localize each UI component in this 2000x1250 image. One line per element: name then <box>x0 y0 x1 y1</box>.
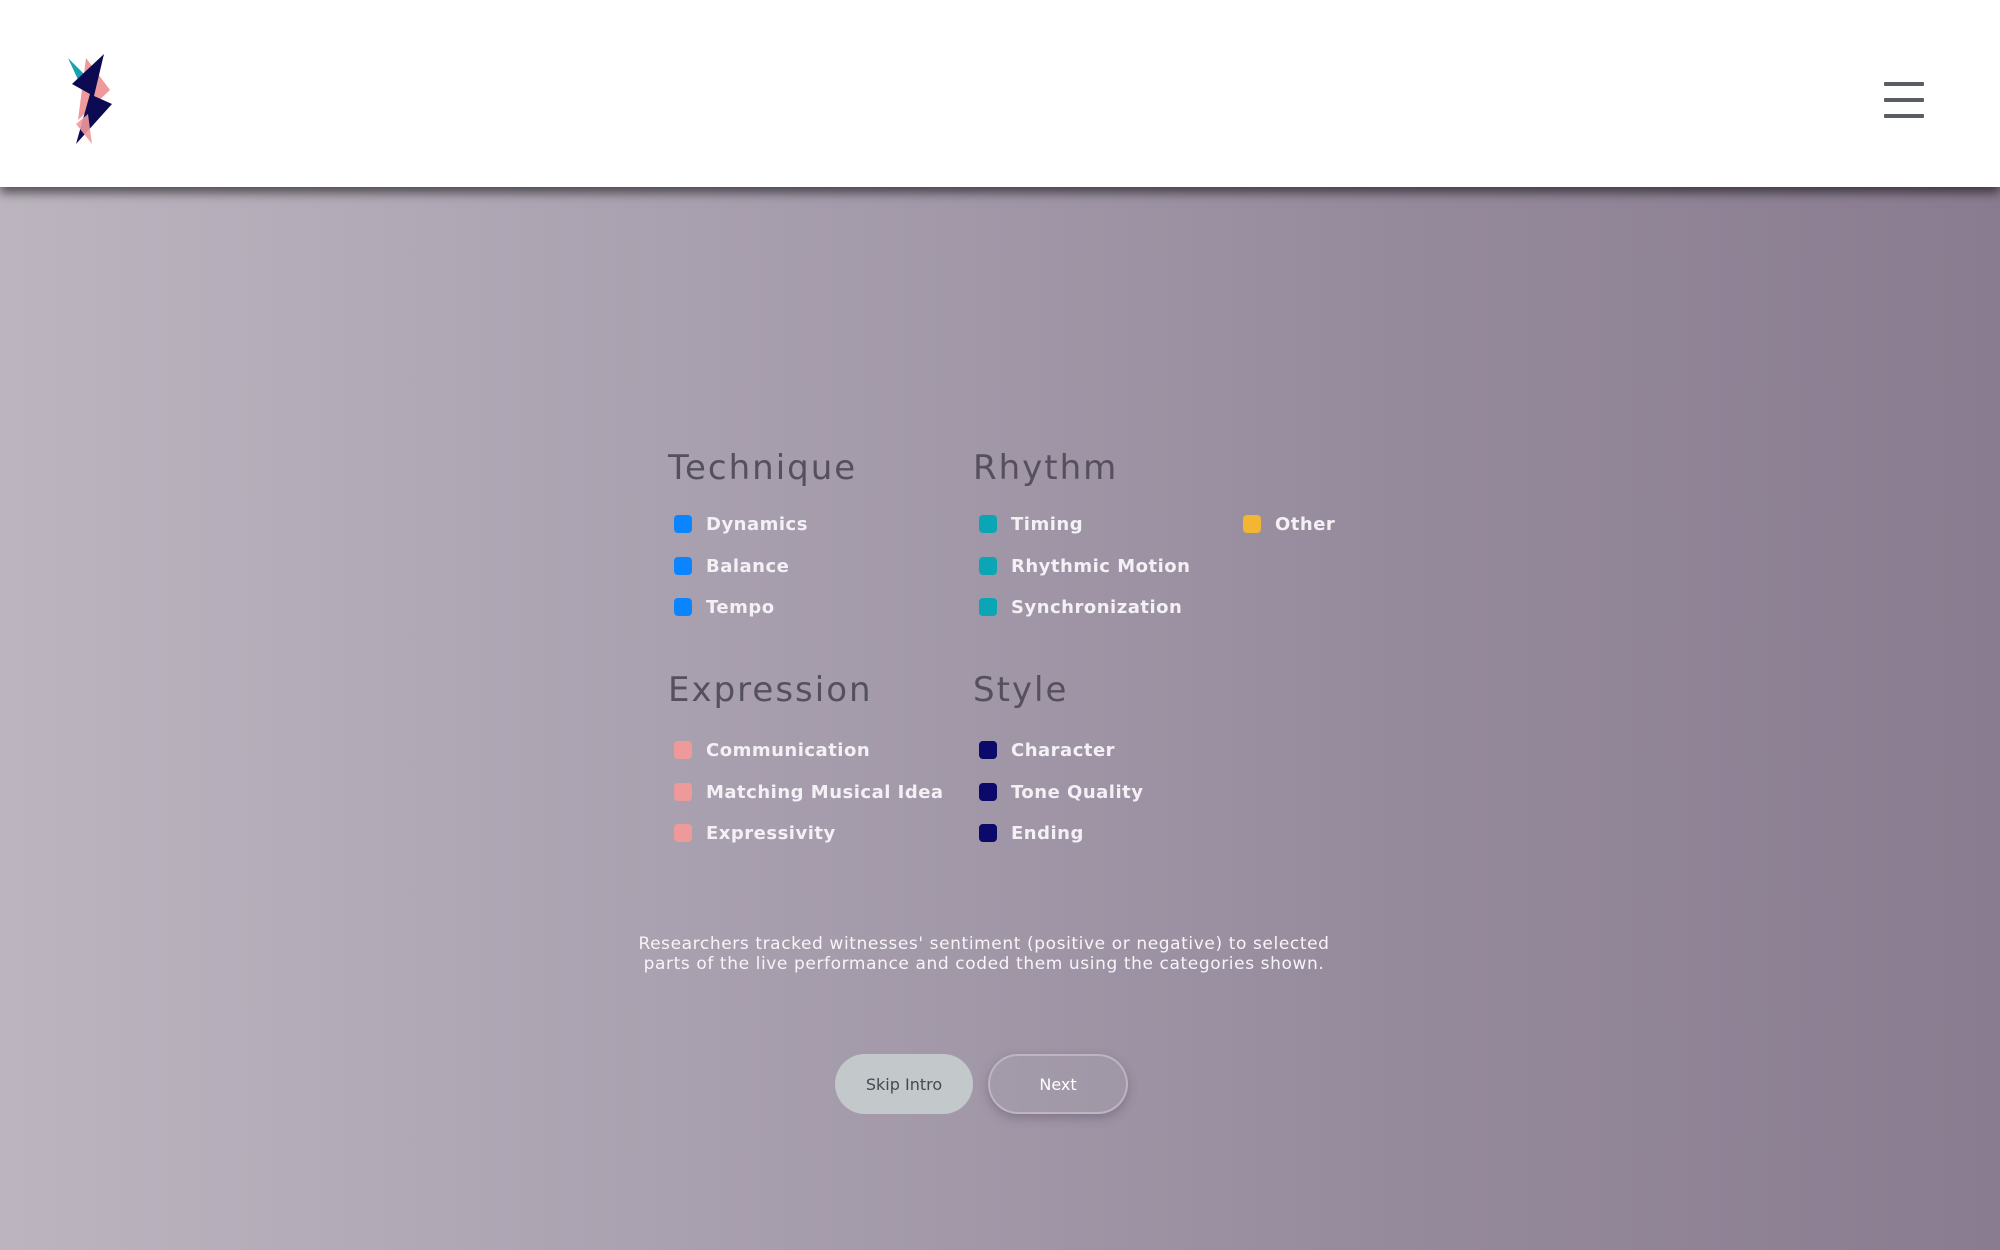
legend-group-expression: Expression Communication Matching Musica… <box>668 668 958 848</box>
legend-item-rhythmic-motion[interactable]: Rhythmic Motion <box>979 554 1190 578</box>
legend-item-label: Synchronization <box>1011 596 1183 618</box>
legend-item-label: Tone Quality <box>1011 781 1144 803</box>
menu-bar-middle <box>1884 98 1924 102</box>
group-title-technique: Technique <box>668 448 858 488</box>
legend-item-balance[interactable]: Balance <box>674 554 789 578</box>
color-swatch <box>674 824 692 842</box>
color-swatch <box>674 515 692 533</box>
legend-item-expressivity[interactable]: Expressivity <box>674 821 836 845</box>
color-swatch <box>979 515 997 533</box>
legend-item-matching-musical-idea[interactable]: Matching Musical Idea <box>674 780 944 804</box>
menu-bar-bottom <box>1884 114 1924 118</box>
color-swatch <box>674 557 692 575</box>
group-title-rhythm: Rhythm <box>973 448 1119 488</box>
legend-item-label: Expressivity <box>706 822 836 844</box>
color-swatch <box>979 783 997 801</box>
legend-item-communication[interactable]: Communication <box>674 738 870 762</box>
legend-item-label: Timing <box>1011 513 1084 535</box>
legend-item-dynamics[interactable]: Dynamics <box>674 512 808 536</box>
legend-item-label: Communication <box>706 739 871 761</box>
lightning-logo[interactable] <box>64 54 116 148</box>
top-header <box>0 0 2000 187</box>
legend-item-label: Tempo <box>706 596 775 618</box>
intro-caption: Researchers tracked witnesses' sentiment… <box>600 934 1368 974</box>
legend-item-label: Balance <box>706 555 790 577</box>
legend-group-style: Style Character Tone Quality Ending <box>973 668 1233 848</box>
hamburger-menu-icon[interactable] <box>1882 78 1926 122</box>
legend-item-label: Other <box>1275 513 1336 535</box>
legend-item-label: Dynamics <box>706 513 808 535</box>
color-swatch <box>1243 515 1261 533</box>
legend-item-synchronization[interactable]: Synchronization <box>979 595 1182 619</box>
color-swatch <box>674 598 692 616</box>
legend-item-other[interactable]: Other <box>1243 512 1335 536</box>
caption-line-2: parts of the live performance and coded … <box>643 954 1325 974</box>
color-swatch <box>979 598 997 616</box>
next-button[interactable]: Next <box>988 1054 1128 1114</box>
legend-group-other: Other <box>1237 446 1397 546</box>
legend-item-character[interactable]: Character <box>979 738 1115 762</box>
caption-line-1: Researchers tracked witnesses' sentiment… <box>638 934 1330 954</box>
legend-item-label: Rhythmic Motion <box>1011 555 1191 577</box>
group-title-expression: Expression <box>668 670 873 710</box>
legend-group-technique: Technique Dynamics Balance Tempo <box>668 446 948 626</box>
legend-item-label: Ending <box>1011 822 1084 844</box>
skip-intro-button[interactable]: Skip Intro <box>835 1054 973 1114</box>
color-swatch <box>979 557 997 575</box>
legend-item-tempo[interactable]: Tempo <box>674 595 775 619</box>
color-swatch <box>979 741 997 759</box>
legend-item-tone-quality[interactable]: Tone Quality <box>979 780 1143 804</box>
color-swatch <box>979 824 997 842</box>
legend-item-ending[interactable]: Ending <box>979 821 1084 845</box>
legend-item-label: Matching Musical Idea <box>706 781 944 803</box>
color-swatch <box>674 741 692 759</box>
legend-item-label: Character <box>1011 739 1116 761</box>
group-title-style: Style <box>973 670 1069 710</box>
legend-group-rhythm: Rhythm Timing Rhythmic Motion Synchroniz… <box>973 446 1233 626</box>
menu-bar-top <box>1884 82 1924 86</box>
color-swatch <box>674 783 692 801</box>
legend-item-timing[interactable]: Timing <box>979 512 1083 536</box>
